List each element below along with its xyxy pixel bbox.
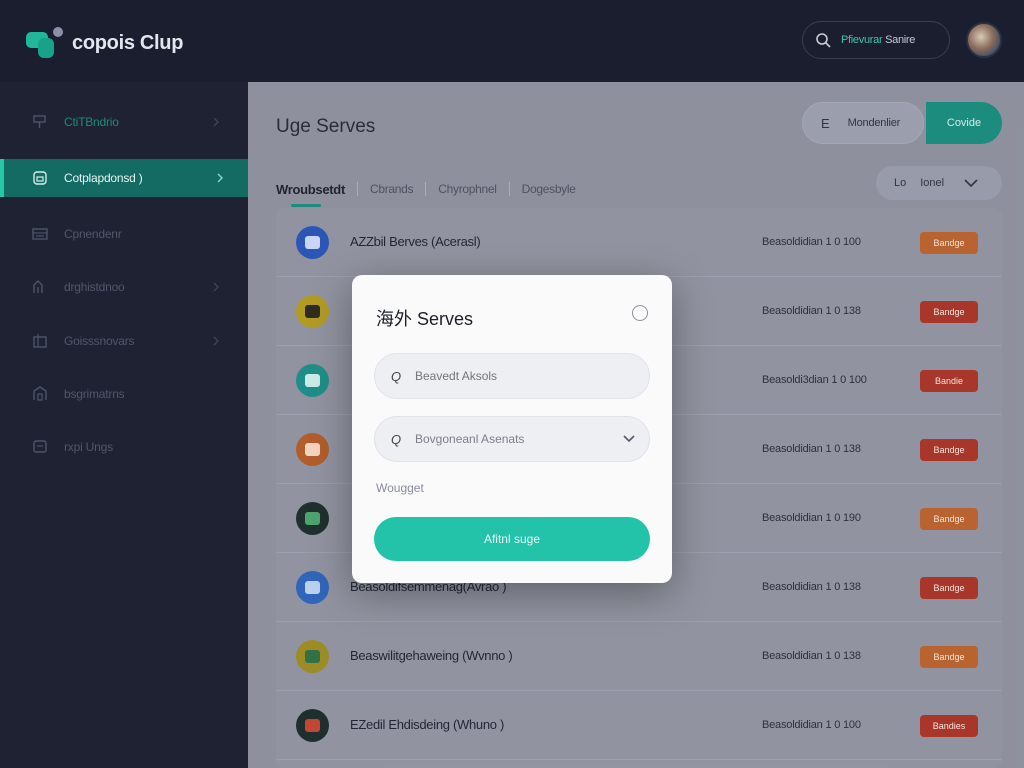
header-search-label: Pfievurar Sanire — [841, 34, 915, 46]
region-select[interactable]: Q Bovgoneanl Asenats — [374, 416, 650, 462]
sidebar-item-4[interactable]: Goisssnovars — [0, 322, 248, 360]
search-icon — [816, 33, 831, 48]
chevron-right-icon — [217, 173, 223, 183]
sidebar-item-5[interactable]: bsgrimatrns — [0, 375, 248, 413]
chevron-right-icon — [213, 336, 219, 346]
header-search-rest: Sanire — [885, 34, 916, 46]
chart-icon — [33, 280, 43, 293]
sidebar-item-0[interactable]: CtiTBndrio — [0, 103, 248, 141]
modal-field-label: Wougget — [376, 481, 424, 495]
modal-title: 海外 Serves — [376, 309, 474, 329]
folder-icon — [33, 171, 47, 185]
pin-icon — [33, 115, 46, 128]
sidebar: CtiTBndrio Cotplapdonsd ) Cpnendenr drgh… — [0, 82, 248, 768]
top-bar: copois Clup Pfievurar Sanire — [0, 0, 1024, 82]
sidebar-item-label: rxpi Ungs — [64, 440, 113, 454]
app-logo-icon[interactable] — [26, 26, 64, 60]
sidebar-item-6[interactable]: rxpi Ungs — [0, 428, 248, 466]
sidebar-item-1[interactable]: Cotplapdonsd ) — [0, 159, 248, 197]
sidebar-item-label: bsgrimatrns — [64, 387, 125, 401]
app-logo-text[interactable]: copois Clup — [72, 32, 183, 55]
sidebar-item-label: drghistdnoo — [64, 280, 125, 294]
sidebar-item-2[interactable]: Cpnendenr — [0, 215, 248, 253]
sidebar-item-label: Cotplapdonsd ) — [64, 171, 143, 185]
search-field-glyph: Q — [391, 368, 402, 384]
close-icon[interactable] — [632, 305, 648, 321]
building-icon — [33, 386, 47, 401]
box-icon — [33, 334, 47, 348]
region-select-value: Bovgoneanl Asenats — [415, 432, 525, 446]
chevron-right-icon — [213, 282, 219, 292]
sidebar-item-label: CtiTBndrio — [64, 115, 119, 129]
search-input[interactable] — [415, 369, 615, 383]
user-avatar[interactable] — [966, 22, 1002, 58]
header-search[interactable]: Pfievurar Sanire — [802, 21, 950, 59]
list-icon — [32, 228, 48, 240]
message-icon — [33, 440, 47, 453]
sidebar-item-label: Goisssnovars — [64, 334, 135, 348]
server-modal: 海外 Serves Q Q Bovgoneanl Asenats Wougget… — [352, 275, 672, 583]
submit-button[interactable]: Afitnl suge — [374, 517, 650, 561]
sidebar-item-label: Cpnendenr — [64, 227, 122, 241]
sidebar-item-3[interactable]: drghistdnoo — [0, 268, 248, 306]
region-select-glyph: Q — [391, 431, 402, 447]
chevron-down-icon — [623, 435, 635, 443]
chevron-right-icon — [213, 117, 219, 127]
search-field[interactable]: Q — [374, 353, 650, 399]
header-search-accent: Pfievurar — [841, 34, 883, 46]
